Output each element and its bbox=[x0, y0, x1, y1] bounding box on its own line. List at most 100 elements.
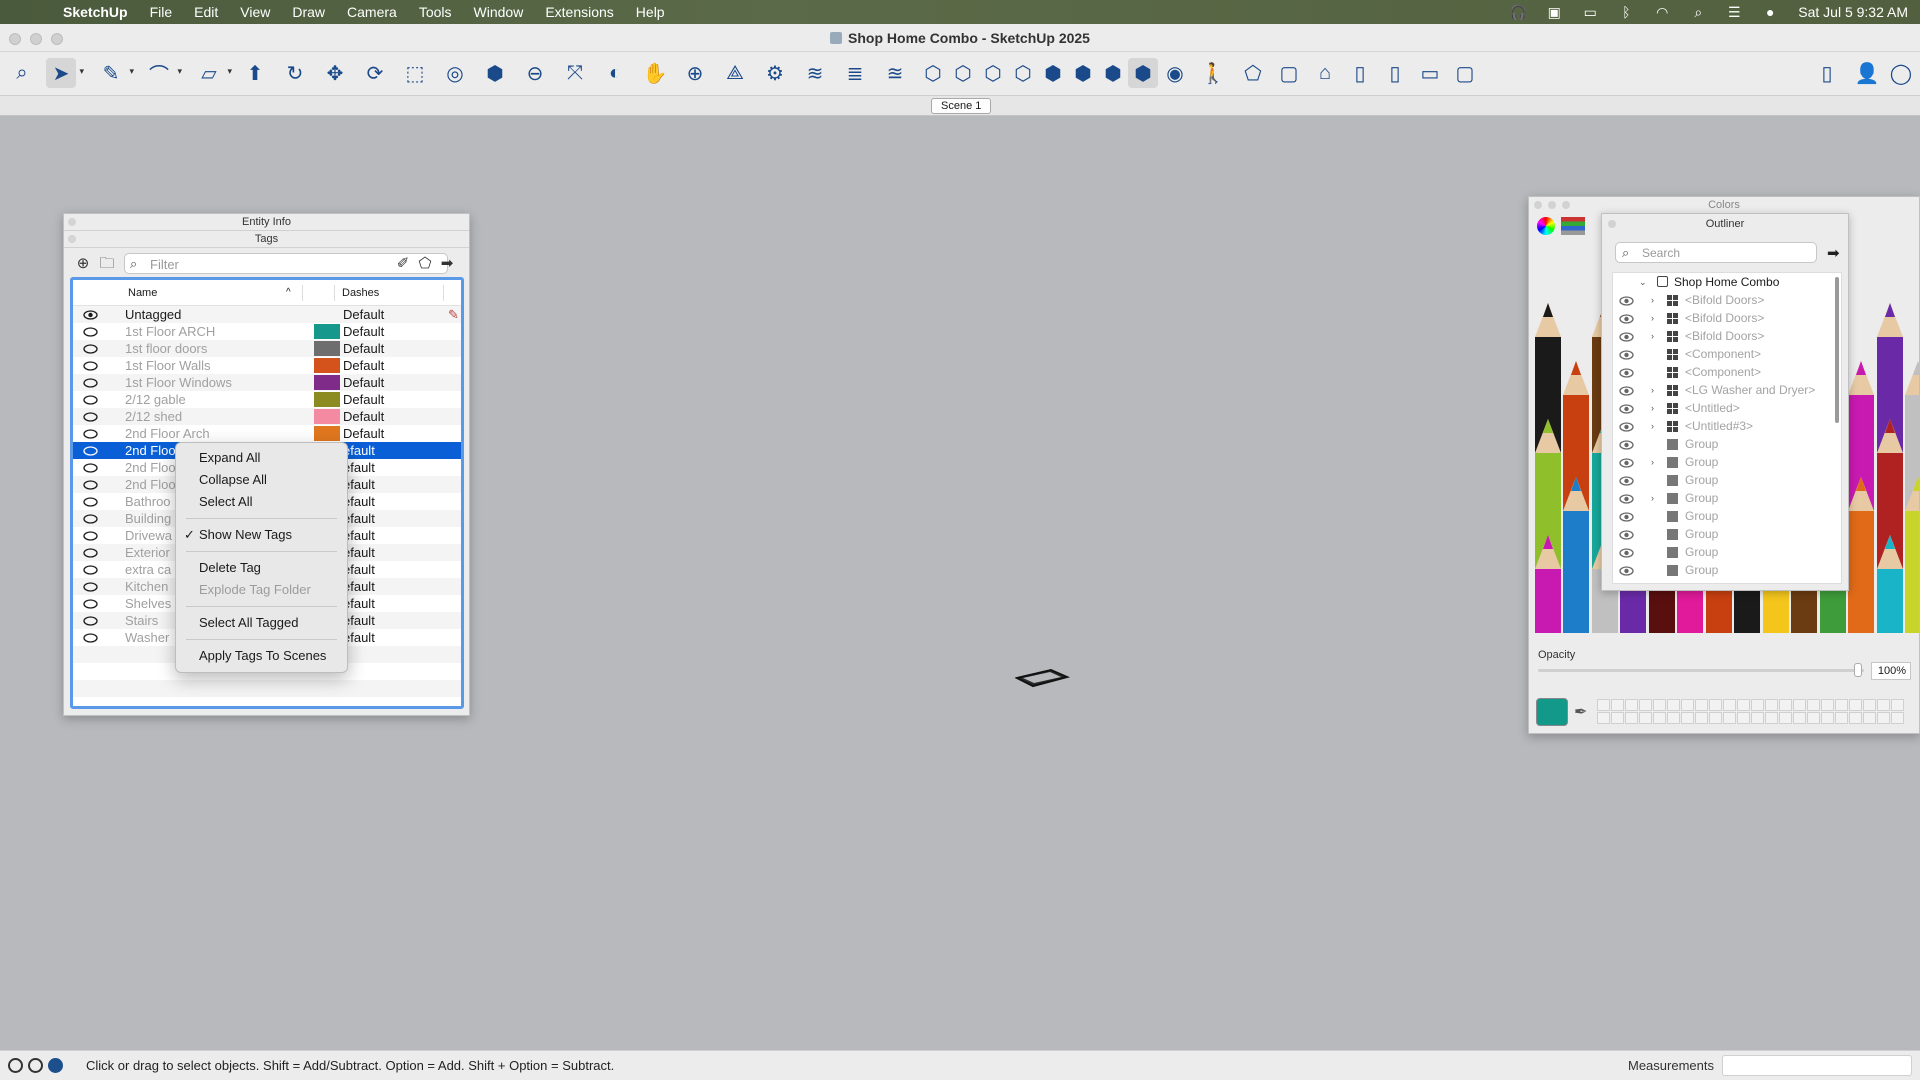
outliner-details-icon[interactable]: ➡ bbox=[1827, 244, 1840, 262]
colors-close-button[interactable] bbox=[1534, 201, 1542, 209]
column-dashes-header[interactable]: Dashes bbox=[342, 280, 379, 306]
outliner-item[interactable]: › Group bbox=[1613, 489, 1841, 507]
profile-icon[interactable]: ◯ bbox=[1886, 58, 1916, 88]
menu-item-select-all[interactable]: Select All bbox=[176, 491, 347, 513]
entity-info-header[interactable]: Entity Info bbox=[64, 214, 469, 231]
visibility-eye-icon[interactable] bbox=[83, 512, 98, 524]
tag-color-swatch[interactable] bbox=[314, 426, 340, 441]
empty-swatch[interactable] bbox=[1863, 712, 1876, 724]
empty-swatch[interactable] bbox=[1695, 712, 1708, 724]
section-plane-icon[interactable]: ⟁ bbox=[720, 58, 750, 88]
chevron-right-icon[interactable]: › bbox=[1651, 291, 1654, 309]
pan-tool-icon[interactable]: ✋ bbox=[640, 58, 670, 88]
measurements-input[interactable] bbox=[1722, 1055, 1912, 1076]
tag-color-swatch[interactable] bbox=[314, 324, 340, 339]
empty-swatch[interactable] bbox=[1709, 712, 1722, 724]
visibility-eye-icon[interactable] bbox=[83, 427, 98, 439]
outliner-item[interactable]: Group bbox=[1613, 561, 1841, 579]
look-around-icon[interactable]: ◉ bbox=[1160, 58, 1190, 88]
zoom-extents-icon[interactable]: ⤧ bbox=[560, 58, 590, 88]
empty-swatch[interactable] bbox=[1681, 712, 1694, 724]
chevron-down-icon[interactable]: ⌄ bbox=[1639, 273, 1647, 291]
headphones-icon[interactable]: 🎧 bbox=[1500, 4, 1536, 21]
menu-item-collapse-all[interactable]: Collapse All bbox=[176, 469, 347, 491]
spotlight-search-icon[interactable]: ⌕ bbox=[1680, 4, 1716, 21]
visibility-eye-icon[interactable] bbox=[83, 342, 98, 354]
menu-item-show-new-tags[interactable]: ✓ Show New Tags bbox=[176, 524, 347, 546]
chevron-right-icon[interactable]: › bbox=[1651, 417, 1654, 435]
empty-swatch[interactable] bbox=[1723, 699, 1736, 711]
menu-camera[interactable]: Camera bbox=[336, 4, 408, 20]
paint-bucket-icon[interactable]: ⬢ bbox=[480, 58, 510, 88]
empty-swatch[interactable] bbox=[1653, 712, 1666, 724]
empty-swatch[interactable] bbox=[1723, 712, 1736, 724]
empty-swatch[interactable] bbox=[1625, 699, 1638, 711]
tag-row[interactable]: 1st Floor ARCH Default bbox=[73, 323, 461, 340]
visibility-eye-icon[interactable] bbox=[83, 580, 98, 592]
layers-icon[interactable]: ≣ bbox=[840, 58, 870, 88]
tag-dashes[interactable]: Default bbox=[343, 425, 384, 442]
hidden-line-icon[interactable]: ⬢ bbox=[1068, 58, 1098, 88]
house-icon[interactable]: ⌂ bbox=[1310, 58, 1340, 88]
tape-measure-icon[interactable]: ⊖ bbox=[520, 58, 550, 88]
components-icon[interactable]: ⚙ bbox=[760, 58, 790, 88]
select-tool-icon[interactable]: ➤ bbox=[46, 58, 84, 88]
tag-color-swatch[interactable] bbox=[314, 375, 340, 390]
follow-me-tool-icon[interactable]: ↻ bbox=[280, 58, 310, 88]
empty-swatch[interactable] bbox=[1765, 712, 1778, 724]
menu-file[interactable]: File bbox=[139, 4, 184, 20]
empty-swatch[interactable] bbox=[1751, 699, 1764, 711]
tag-dashes[interactable]: Default bbox=[343, 374, 384, 391]
opacity-slider[interactable] bbox=[1538, 669, 1864, 672]
push-pull-tool-icon[interactable]: ⬆ bbox=[240, 58, 270, 88]
outliner-item[interactable]: Group bbox=[1613, 507, 1841, 525]
outliner-search-field[interactable]: ⌕ bbox=[1615, 242, 1817, 263]
empty-swatch[interactable] bbox=[1821, 699, 1834, 711]
iso-view-icon[interactable]: ⬡ bbox=[918, 58, 948, 88]
outliner-header[interactable]: Outliner bbox=[1602, 214, 1848, 234]
empty-swatch[interactable] bbox=[1877, 712, 1890, 724]
empty-swatch[interactable] bbox=[1891, 699, 1904, 711]
menu-window[interactable]: Window bbox=[463, 4, 535, 20]
visibility-eye-icon[interactable] bbox=[1619, 456, 1634, 468]
tag-dashes[interactable]: Default bbox=[343, 306, 384, 323]
visibility-eye-icon[interactable] bbox=[83, 631, 98, 643]
wifi-icon[interactable]: ◠ bbox=[1644, 4, 1680, 21]
search-icon[interactable]: ⌕ bbox=[7, 58, 37, 88]
top-view-icon[interactable]: ⬡ bbox=[948, 58, 978, 88]
app-status-icon[interactable]: ▣ bbox=[1536, 4, 1572, 21]
panel-icon[interactable]: ▯ bbox=[1380, 58, 1410, 88]
add-tag-folder-icon[interactable]: 🗀 bbox=[98, 255, 116, 273]
outliner-item[interactable]: › <Untitled#3> bbox=[1613, 417, 1841, 435]
visibility-eye-icon[interactable] bbox=[1619, 294, 1634, 306]
tag-row[interactable]: 2/12 shed Default bbox=[73, 408, 461, 425]
visibility-eye-icon[interactable] bbox=[83, 393, 98, 405]
page-icon[interactable]: ▢ bbox=[1450, 58, 1480, 88]
empty-swatch[interactable] bbox=[1709, 699, 1722, 711]
empty-swatch[interactable] bbox=[1835, 712, 1848, 724]
outliner-item[interactable]: Group bbox=[1613, 525, 1841, 543]
empty-swatch[interactable] bbox=[1877, 699, 1890, 711]
walk-person-icon[interactable]: 🚶 bbox=[1198, 58, 1228, 88]
empty-swatch[interactable] bbox=[1779, 712, 1792, 724]
move-tool-icon[interactable]: ✥ bbox=[320, 58, 350, 88]
chevron-right-icon[interactable]: › bbox=[1651, 381, 1654, 399]
menu-extensions[interactable]: Extensions bbox=[534, 4, 624, 20]
outliner-item[interactable]: › <Bifold Doors> bbox=[1613, 291, 1841, 309]
rotate-tool-icon[interactable]: ⟳ bbox=[360, 58, 390, 88]
opacity-value-field[interactable]: 100% bbox=[1871, 662, 1911, 680]
menu-view[interactable]: View bbox=[229, 4, 281, 20]
empty-swatch[interactable] bbox=[1667, 712, 1680, 724]
eyedropper-icon[interactable]: ✒ bbox=[1574, 702, 1587, 722]
visibility-eye-icon[interactable] bbox=[1619, 492, 1634, 504]
xray-icon[interactable]: ⬡ bbox=[1008, 58, 1038, 88]
walk-tool-icon[interactable]: ⊕ bbox=[680, 58, 710, 88]
empty-swatch[interactable] bbox=[1835, 699, 1848, 711]
outliner-item[interactable]: Group bbox=[1613, 435, 1841, 453]
menu-item-expand-all[interactable]: Expand All bbox=[176, 447, 347, 469]
front-view-icon[interactable]: ⬡ bbox=[978, 58, 1008, 88]
empty-swatch[interactable] bbox=[1737, 712, 1750, 724]
outliner-item[interactable]: <Component> bbox=[1613, 345, 1841, 363]
visibility-eye-icon[interactable] bbox=[83, 546, 98, 558]
chevron-right-icon[interactable]: › bbox=[1651, 327, 1654, 345]
